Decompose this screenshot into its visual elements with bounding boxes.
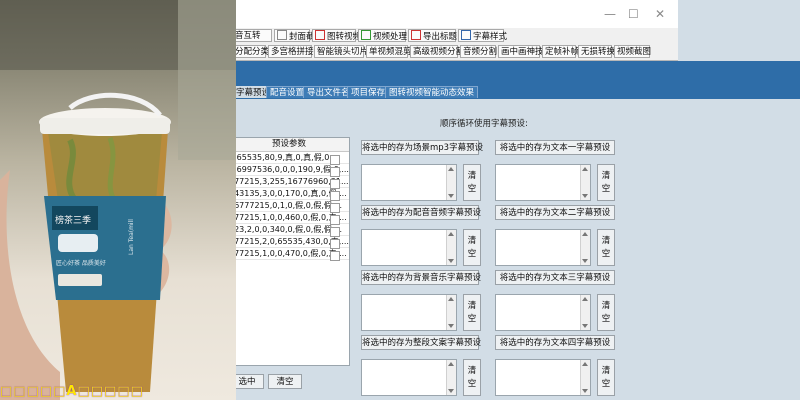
text4-preset-box[interactable] <box>495 359 591 396</box>
video-processing-button[interactable]: 视频处理 <box>358 29 408 42</box>
row-checkbox[interactable] <box>330 251 340 261</box>
video-icon <box>361 30 371 40</box>
clear-label-2: 空 <box>467 379 477 389</box>
tool-button[interactable]: 定帧补帧 <box>542 45 579 58</box>
minimize-icon[interactable]: — <box>604 7 616 21</box>
clear-label-2: 空 <box>601 314 611 324</box>
row-checkbox[interactable] <box>330 227 340 237</box>
tool-button[interactable]: 智能镜头切片 <box>314 45 368 58</box>
save-bgm-preset-button[interactable]: 将选中的存为背景音乐字幕预设 <box>361 270 481 285</box>
subtitle-style-button[interactable]: 字幕样式 <box>458 29 508 42</box>
film-icon <box>315 30 325 40</box>
text1-preset-box[interactable] <box>495 164 591 201</box>
bgm-preset-box[interactable] <box>361 294 457 331</box>
cover-capture-button[interactable]: 封面截取 <box>274 29 323 42</box>
row-checkbox[interactable] <box>330 239 340 249</box>
clear-label-1: 清 <box>467 171 477 181</box>
tool-button[interactable]: 画中画神技 <box>498 45 544 58</box>
clear-label-1: 清 <box>601 171 611 181</box>
save-text3-preset-button[interactable]: 将选中的存为文本三字幕预设 <box>495 270 615 285</box>
tab-voice-settings[interactable]: 配音设置 <box>266 86 309 98</box>
save-text2-preset-button[interactable]: 将选中的存为文本二字幕预设 <box>495 205 615 220</box>
tab-image-video-effects[interactable]: 图转视频智能动态效果 <box>385 86 479 98</box>
tool-button[interactable]: 单视频混剪 <box>366 45 412 58</box>
scene-mp3-preset-box[interactable] <box>361 164 457 201</box>
row-checkbox[interactable] <box>330 215 340 225</box>
tool-button[interactable]: 高级视频分割 <box>410 45 464 58</box>
scrollbar[interactable] <box>580 360 590 395</box>
full-text-preset-box[interactable] <box>361 359 457 396</box>
voice-audio-preset-box[interactable] <box>361 229 457 266</box>
audio-convert-label: 音互转 <box>235 31 261 41</box>
tab-project-save[interactable]: 项目保存 <box>347 86 390 98</box>
audio-convert-button[interactable]: 音互转 <box>232 29 272 42</box>
clear-label-2: 空 <box>467 249 477 259</box>
save-text1-preset-button[interactable]: 将选中的存为文本一字幕预设 <box>495 140 615 155</box>
video-processing-label: 视频处理 <box>373 32 408 42</box>
row-checkbox[interactable] <box>330 155 340 165</box>
text3-preset-box[interactable] <box>495 294 591 331</box>
clear-label-1: 清 <box>467 236 477 246</box>
export-title-button[interactable]: 导出标题 <box>408 29 458 42</box>
image-icon <box>277 30 287 40</box>
clear-button[interactable]: 清空 <box>597 294 615 331</box>
clear-list-button[interactable]: 清空 <box>268 374 302 389</box>
scrollbar[interactable] <box>446 295 456 330</box>
clear-label-2: 空 <box>601 249 611 259</box>
subtitle-style-label: 字幕样式 <box>473 32 508 42</box>
clear-label-1: 清 <box>601 236 611 246</box>
tea-cup-illustration <box>0 0 236 400</box>
tab-export-filename[interactable]: 导出文件名 <box>303 86 354 98</box>
tool-button[interactable]: 无损转换 <box>578 45 615 58</box>
clear-label-1: 清 <box>601 301 611 311</box>
tool-button[interactable]: 视频截图 <box>614 45 651 58</box>
row-checkbox[interactable] <box>330 167 340 177</box>
tool-button[interactable]: 多宫格拼接 <box>268 45 314 58</box>
scrollbar[interactable] <box>580 295 590 330</box>
presets-heading: 顺序循环使用字幕预设: <box>440 119 528 129</box>
clear-button[interactable]: 清空 <box>463 294 481 331</box>
row-checkbox[interactable] <box>330 191 340 201</box>
scrollbar[interactable] <box>580 165 590 200</box>
close-icon[interactable]: ✕ <box>655 7 665 21</box>
tool-button[interactable]: 音频分割 <box>460 45 497 58</box>
save-voice-audio-preset-button[interactable]: 将选中的存为配音音频字幕预设 <box>361 205 481 220</box>
scrollbar[interactable] <box>446 165 456 200</box>
caption-overlay: □□□□□A□□□□□ <box>0 384 144 399</box>
clear-label-2: 空 <box>467 184 477 194</box>
row-checkbox[interactable] <box>330 179 340 189</box>
sleeve-side-text: Lan Tea(mill <box>128 219 135 255</box>
cup-brand: 榜茶三季 <box>55 216 92 226</box>
scrollbar[interactable] <box>446 230 456 265</box>
image-to-video-label: 图转视频 <box>327 32 362 42</box>
sleeve-text: 匠心好茶 品质美好 <box>56 260 106 267</box>
clear-label-1: 清 <box>601 366 611 376</box>
text2-preset-box[interactable] <box>495 229 591 266</box>
clear-button[interactable]: 清空 <box>463 229 481 266</box>
export-icon <box>411 30 421 40</box>
row-checkbox[interactable] <box>330 203 340 213</box>
clear-button[interactable]: 清空 <box>597 164 615 201</box>
save-scene-mp3-preset-button[interactable]: 将选中的存为场景mp3字幕预设 <box>361 140 483 155</box>
scrollbar[interactable] <box>446 360 456 395</box>
preset-list-header: 预设参数 <box>229 138 349 152</box>
clear-button[interactable]: 清空 <box>463 164 481 201</box>
text-style-icon <box>461 30 471 40</box>
clear-button[interactable]: 清空 <box>597 359 615 396</box>
image-to-video-button[interactable]: 图转视频 <box>312 29 361 42</box>
clear-label-2: 空 <box>601 379 611 389</box>
clear-button[interactable]: 清空 <box>463 359 481 396</box>
clear-label-2: 空 <box>601 184 611 194</box>
clear-label-1: 清 <box>467 301 477 311</box>
clear-button[interactable]: 清空 <box>597 229 615 266</box>
clear-label-1: 清 <box>467 366 477 376</box>
clear-label-2: 空 <box>467 314 477 324</box>
export-title-label: 导出标题 <box>423 32 458 42</box>
scrollbar[interactable] <box>580 230 590 265</box>
tea-cup-photo: 榜茶三季 匠心好茶 品质美好 Lan Tea(mill □□□□□A□□□□□ <box>0 0 236 400</box>
tool-button[interactable]: 分配分类 <box>232 45 269 58</box>
save-text4-preset-button[interactable]: 将选中的存为文本四字幕预设 <box>495 335 615 350</box>
maximize-icon[interactable]: ☐ <box>628 7 639 21</box>
save-full-text-preset-button[interactable]: 将选中的存为整段文案字幕预设 <box>361 335 481 350</box>
